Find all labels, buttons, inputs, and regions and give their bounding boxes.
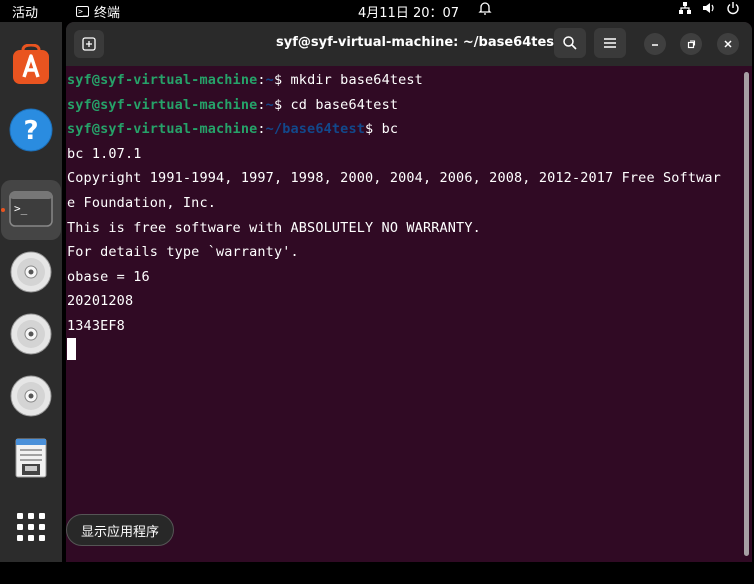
terminal-window: syf@syf-virtual-machine: ~/base64test sy… bbox=[66, 22, 752, 562]
text-cursor bbox=[67, 338, 76, 360]
help-icon: ? bbox=[9, 108, 53, 152]
text-editor-launcher[interactable] bbox=[1, 428, 61, 488]
terminal-launcher[interactable]: >_ bbox=[1, 180, 61, 240]
minimize-icon bbox=[652, 44, 658, 46]
ubuntu-software-launcher[interactable] bbox=[1, 36, 61, 96]
maximize-button[interactable] bbox=[680, 33, 702, 55]
prompt-colon: : bbox=[257, 121, 266, 138]
command-text: bc bbox=[373, 121, 399, 138]
hamburger-icon bbox=[604, 38, 616, 48]
prompt-path: ~ bbox=[265, 72, 274, 88]
output-line: This is free software with ABSOLUTELY NO… bbox=[67, 219, 481, 236]
ubuntu-software-icon bbox=[13, 44, 49, 84]
disc-icon bbox=[10, 313, 52, 355]
disc-launcher-2[interactable] bbox=[1, 304, 61, 364]
minimize-button[interactable] bbox=[644, 33, 666, 55]
top-bar: 活动 >_ 终端 4月11日 20：07 bbox=[0, 0, 754, 22]
bell-icon[interactable] bbox=[478, 0, 492, 16]
new-tab-button[interactable] bbox=[74, 30, 104, 58]
system-tray[interactable] bbox=[678, 1, 740, 15]
show-apps-button[interactable] bbox=[1, 497, 61, 557]
close-icon bbox=[724, 40, 732, 48]
terminal-icon: >_ bbox=[76, 6, 89, 17]
prompt-path: ~/base64test bbox=[265, 121, 366, 138]
output-line: bc 1.07.1 bbox=[67, 145, 142, 162]
title-bar[interactable]: syf@syf-virtual-machine: ~/base64test bbox=[66, 22, 752, 66]
output-line: For details type `warranty'. bbox=[67, 244, 299, 261]
prompt-line: syf@syf-virtual-machine:~$ cd base64test bbox=[67, 95, 398, 115]
restore-icon bbox=[687, 40, 696, 49]
network-icon bbox=[679, 2, 691, 14]
command-text: mkdir base64test bbox=[282, 72, 423, 88]
svg-text:>_: >_ bbox=[14, 202, 28, 215]
running-indicator bbox=[1, 208, 5, 212]
activities-button[interactable]: 活动 bbox=[12, 2, 38, 21]
app-menu[interactable]: >_ 终端 bbox=[76, 2, 120, 21]
output-line: Copyright 1991-1994, 1997, 1998, 2000, 2… bbox=[67, 170, 721, 187]
terminal-app-icon: >_ bbox=[9, 191, 53, 227]
prompt-user: syf@syf-virtual-machine bbox=[67, 96, 258, 113]
show-apps-tooltip: 显示应用程序 bbox=[66, 514, 174, 546]
prompt-line: syf@syf-virtual-machine:~/base64test$ bc bbox=[67, 119, 398, 139]
prompt-user: syf@syf-virtual-machine bbox=[67, 121, 258, 138]
prompt-colon: : bbox=[257, 96, 266, 113]
output-line: e Foundation, Inc. bbox=[67, 195, 216, 211]
prompt-colon: : bbox=[257, 72, 266, 88]
bottom-strip bbox=[0, 562, 754, 584]
text-editor-icon bbox=[15, 438, 47, 478]
disc-launcher-3[interactable] bbox=[1, 366, 61, 426]
prompt-path: ~ bbox=[265, 96, 274, 113]
search-icon bbox=[563, 36, 577, 50]
volume-icon bbox=[703, 3, 714, 13]
help-launcher[interactable]: ? bbox=[1, 100, 61, 160]
terminal-output[interactable]: syf@syf-virtual-machine:~$ mkdir base64t… bbox=[66, 66, 746, 562]
svg-text:?: ? bbox=[23, 116, 38, 146]
output-line: obase = 16 bbox=[67, 268, 150, 285]
scrollbar[interactable] bbox=[744, 72, 749, 556]
app-grid-icon bbox=[17, 513, 45, 541]
menu-button[interactable] bbox=[594, 28, 626, 58]
power-icon bbox=[727, 2, 739, 15]
new-tab-icon bbox=[82, 37, 96, 51]
prompt-line: syf@syf-virtual-machine:~$ mkdir base64t… bbox=[67, 70, 423, 90]
close-button[interactable] bbox=[717, 33, 739, 55]
output-line: 1343EF8 bbox=[67, 318, 125, 334]
clock[interactable]: 4月11日 20：07 bbox=[358, 2, 459, 21]
output-line: 20201208 bbox=[67, 293, 134, 310]
prompt-dollar: $ bbox=[273, 72, 283, 88]
prompt-dollar: $ bbox=[273, 96, 283, 113]
command-text: cd base64test bbox=[282, 96, 399, 113]
dock: ? >_ bbox=[0, 22, 62, 562]
search-button[interactable] bbox=[554, 28, 586, 58]
window-title: syf@syf-virtual-machine: ~/base64test bbox=[276, 35, 561, 50]
prompt-user: syf@syf-virtual-machine bbox=[67, 72, 258, 88]
disc-icon bbox=[10, 251, 52, 293]
app-name: 终端 bbox=[94, 6, 121, 21]
disc-icon bbox=[10, 375, 52, 417]
disc-launcher-1[interactable] bbox=[1, 242, 61, 302]
